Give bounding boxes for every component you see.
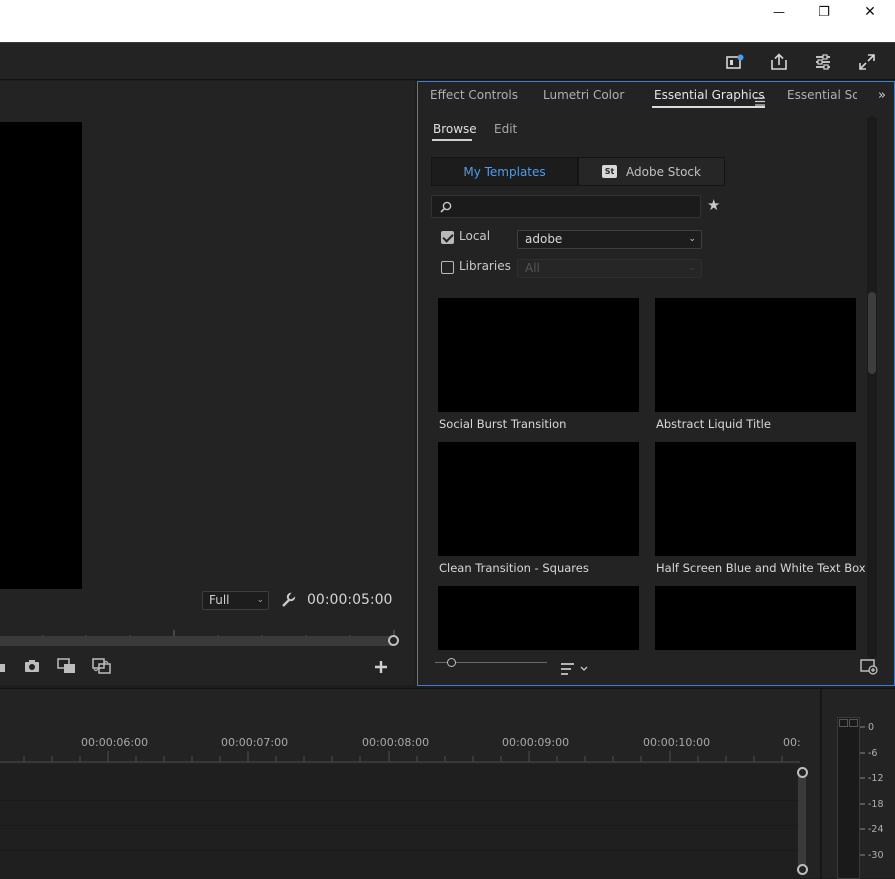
adobe-stock-icon: St <box>602 165 617 178</box>
libraries-checkbox[interactable] <box>441 261 454 274</box>
track-divider <box>0 850 800 851</box>
template-title: Clean Transition - Squares <box>439 561 589 575</box>
resolution-select[interactable]: Full ⌄ <box>202 591 269 610</box>
my-templates-button[interactable]: My Templates <box>431 157 578 186</box>
camera-icon[interactable] <box>24 658 40 677</box>
my-templates-label: My Templates <box>463 164 546 179</box>
panel-divider <box>820 689 822 879</box>
tab-essential-graphics[interactable]: Essential Graphics <box>654 88 765 102</box>
tab-overflow-icon[interactable]: » <box>878 88 886 103</box>
program-monitor: Full ⌄ 00:00:05:00 <box>0 81 415 685</box>
template-thumbnail[interactable] <box>655 586 856 650</box>
subtab-indicator <box>432 139 472 141</box>
minimize-icon: — <box>773 5 785 19</box>
restore-icon: ❐ <box>818 4 830 20</box>
thumbnail-size-slider[interactable] <box>435 658 547 668</box>
close-button[interactable]: ✕ <box>847 0 893 24</box>
subtab-browse[interactable]: Browse <box>433 122 477 136</box>
meter-db-label: -18 <box>868 799 884 810</box>
timeline-timecode-label: 00: <box>783 736 801 749</box>
template-title: Abstract Liquid Title <box>656 417 771 431</box>
scroll-handle[interactable] <box>797 864 808 875</box>
scrollbar-thumb[interactable] <box>868 292 876 374</box>
window-titlebar: — ❐ ✕ <box>0 0 895 42</box>
button-editor-plus-icon[interactable] <box>374 659 388 678</box>
libraries-label: Libraries <box>459 259 511 273</box>
chevron-down-icon: ⌄ <box>256 595 264 605</box>
libraries-source-select: All ⌄ <box>517 259 702 278</box>
local-label: Local <box>459 229 491 243</box>
meter-db-label: -12 <box>868 773 884 784</box>
meter-db-label: 0 <box>868 722 875 733</box>
search-icon <box>440 201 452 213</box>
favorites-star-icon[interactable]: ★ <box>707 196 720 214</box>
slider-handle[interactable] <box>447 658 456 667</box>
meter-clip-indicator[interactable] <box>839 719 848 727</box>
chevron-down-icon: ⌄ <box>688 263 696 273</box>
insert-icon[interactable] <box>0 659 8 672</box>
template-thumbnail[interactable] <box>655 442 856 556</box>
monitor-zoom-scrollbar[interactable] <box>0 636 392 646</box>
subtab-edit[interactable]: Edit <box>494 122 517 136</box>
track-divider <box>0 800 800 801</box>
timeline-timecode-label: 00:00:10:00 <box>643 736 711 749</box>
compare-view-icon[interactable] <box>57 658 77 678</box>
timeline-vertical-scrollbar[interactable] <box>798 767 806 871</box>
timeline-ruler[interactable] <box>0 749 800 763</box>
chevron-down-icon: ⌄ <box>688 234 696 244</box>
meter-db-label: -30 <box>868 850 884 861</box>
workspaces-menu-icon[interactable] <box>812 51 834 73</box>
app-header <box>0 42 895 80</box>
track-divider <box>0 825 800 826</box>
audio-meter <box>837 717 860 879</box>
quick-export-badge-icon[interactable] <box>724 51 746 73</box>
video-preview[interactable] <box>0 122 82 589</box>
templates-scrollbar[interactable] <box>867 116 877 659</box>
meter-db-label: -6 <box>868 748 878 759</box>
meter-clip-indicator[interactable] <box>849 719 858 727</box>
scroll-handle[interactable] <box>797 767 808 778</box>
template-title: Social Burst Transition <box>439 417 567 431</box>
tab-essential-sound[interactable]: Essential Sou <box>787 88 857 102</box>
libraries-source-value: All <box>525 261 540 275</box>
minimize-button[interactable]: — <box>756 0 802 24</box>
active-tab-indicator <box>652 106 765 108</box>
timeline-panel: 00:00:06:00 00:00:07:00 00:00:08:00 00:0… <box>0 688 895 879</box>
scroll-handle[interactable] <box>388 635 399 646</box>
close-icon: ✕ <box>864 4 876 20</box>
timeline-timecode-label: 00:00:07:00 <box>221 736 289 749</box>
share-icon[interactable] <box>768 51 790 73</box>
adobe-stock-button[interactable]: St Adobe Stock <box>578 157 725 186</box>
proxy-toggle-icon[interactable] <box>92 658 112 678</box>
playhead-timecode[interactable]: 00:00:05:00 <box>307 592 392 608</box>
timeline-timecode-label: 00:00:08:00 <box>362 736 430 749</box>
local-source-select[interactable]: adobe ⌄ <box>517 230 702 249</box>
essential-graphics-panel: Effect Controls Lumetri Color Essential … <box>417 81 895 686</box>
template-thumbnail[interactable] <box>655 298 856 412</box>
track-area[interactable] <box>0 764 800 879</box>
meter-scale-ticks <box>860 726 865 856</box>
template-thumbnail[interactable] <box>438 298 639 412</box>
tab-lumetri-color[interactable]: Lumetri Color <box>543 88 624 102</box>
template-thumbnail[interactable] <box>438 442 639 556</box>
fullscreen-icon[interactable] <box>856 51 878 73</box>
restore-button[interactable]: ❐ <box>801 0 847 24</box>
template-thumbnail[interactable] <box>438 586 639 650</box>
template-search-input[interactable] <box>431 195 701 218</box>
adobe-stock-label: Adobe Stock <box>626 164 701 179</box>
template-title: Half Screen Blue and White Text Box <box>656 561 866 575</box>
local-source-value: adobe <box>525 232 563 246</box>
local-checkbox[interactable] <box>441 231 454 244</box>
timeline-timecode-label: 00:00:06:00 <box>81 736 149 749</box>
new-layer-icon[interactable] <box>860 659 878 679</box>
timeline-timecode-label: 00:00:09:00 <box>502 736 570 749</box>
meter-db-label: -24 <box>868 824 884 835</box>
resolution-value: Full <box>209 593 230 607</box>
sort-menu-icon[interactable] <box>560 660 590 679</box>
wrench-icon[interactable] <box>280 590 298 612</box>
tab-effect-controls[interactable]: Effect Controls <box>430 88 518 102</box>
